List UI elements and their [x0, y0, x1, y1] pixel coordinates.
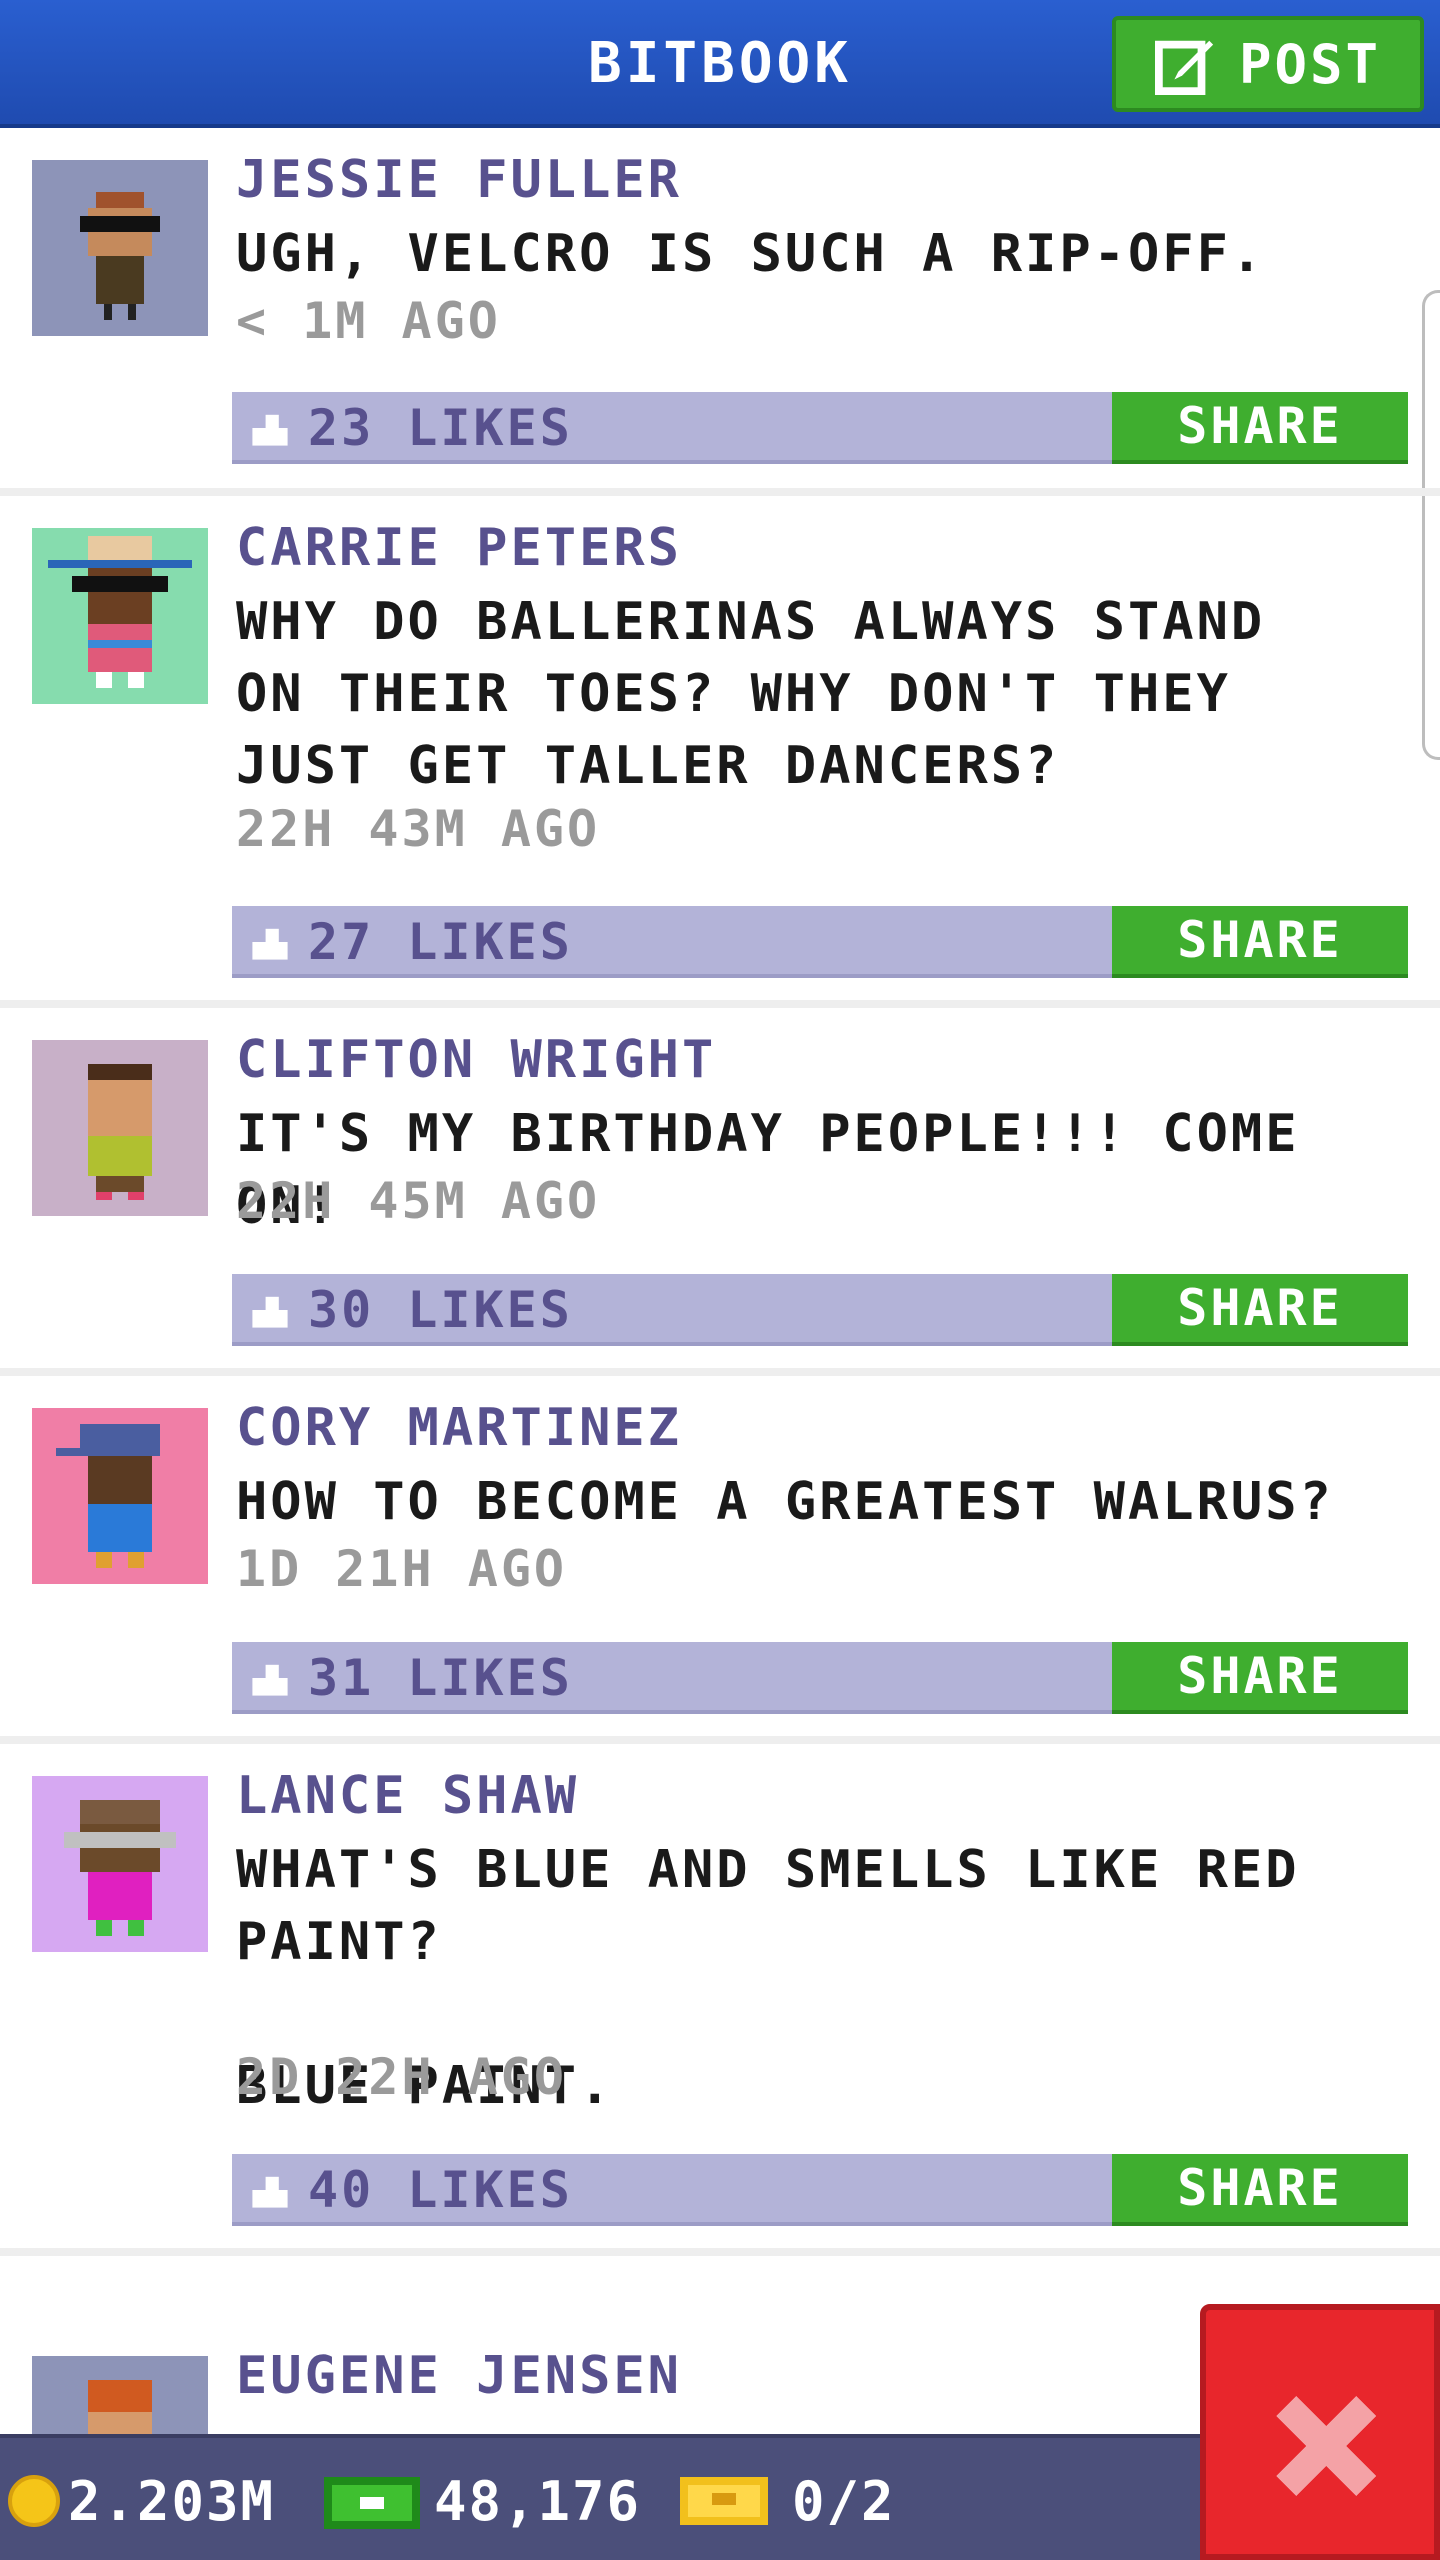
close-icon	[1276, 2396, 1376, 2496]
share-button[interactable]: SHARE	[1112, 392, 1408, 464]
app-header: BITBOOK POST	[0, 0, 1440, 128]
likes-count: 31 LIKES	[308, 1649, 573, 1707]
author-name[interactable]: LANCE SHAW	[236, 1766, 579, 1826]
author-name[interactable]: CORY MARTINEZ	[236, 1398, 682, 1458]
share-button[interactable]: SHARE	[1112, 1274, 1408, 1346]
ticket-icon	[680, 2477, 768, 2525]
scrollbar[interactable]	[1422, 290, 1440, 760]
avatar[interactable]	[32, 1040, 208, 1216]
divider	[0, 2248, 1440, 2256]
likes-count: 23 LIKES	[308, 399, 573, 457]
likes-count: 27 LIKES	[308, 913, 573, 971]
author-name[interactable]: JESSIE FULLER	[236, 150, 682, 210]
likes-bar: 27 LIKES SHARE	[232, 906, 1408, 978]
close-button[interactable]	[1200, 2304, 1440, 2560]
post-time: 2D 22H AGO	[236, 2048, 568, 2106]
thumbs-up-icon	[252, 414, 288, 446]
author-name[interactable]: CLIFTON WRIGHT	[236, 1030, 716, 1090]
divider	[0, 1368, 1440, 1376]
bux-icon	[324, 2477, 420, 2529]
avatar[interactable]	[32, 1408, 208, 1584]
author-name[interactable]: EUGENE JENSEN	[236, 2346, 682, 2406]
edit-icon	[1154, 40, 1214, 95]
coins-stat: 2.203M	[8, 2438, 275, 2560]
post-time: < 1M AGO	[236, 292, 501, 350]
divider	[0, 488, 1440, 496]
likes-count: 30 LIKES	[308, 1281, 573, 1339]
likes-bar: 31 LIKES SHARE	[232, 1642, 1408, 1714]
coin-icon	[8, 2475, 60, 2527]
post-message: WHY DO BALLERINAS ALWAYS STAND ON THEIR …	[236, 592, 1266, 796]
post-time: 1D 21H AGO	[236, 1540, 568, 1598]
thumbs-up-icon	[252, 1296, 288, 1328]
avatar[interactable]	[32, 528, 208, 704]
likes-bar: 30 LIKES SHARE	[232, 1274, 1408, 1346]
avatar[interactable]	[32, 160, 208, 336]
thumbs-up-icon	[252, 1664, 288, 1696]
post-time: 22H 43M AGO	[236, 800, 601, 858]
avatar[interactable]	[32, 1776, 208, 1952]
share-button[interactable]: SHARE	[1112, 2154, 1408, 2226]
post-message: HOW TO BECOME A GREATEST WALRUS?	[236, 1472, 1334, 1532]
likes-count: 40 LIKES	[308, 2161, 573, 2219]
coins-value: 2.203M	[68, 2469, 276, 2533]
author-name[interactable]: CARRIE PETERS	[236, 518, 682, 578]
bux-value: 48,176	[434, 2469, 642, 2533]
thumbs-up-icon	[252, 2176, 288, 2208]
likes-bar: 23 LIKES SHARE	[232, 392, 1408, 464]
post-time: 22H 45M AGO	[236, 1172, 601, 1230]
likes-bar: 40 LIKES SHARE	[232, 2154, 1408, 2226]
bux-stat: 48,176	[324, 2438, 641, 2560]
post-button-label: POST	[1238, 32, 1382, 96]
tickets-value: 0/2	[792, 2469, 896, 2533]
post-button[interactable]: POST	[1112, 16, 1424, 112]
divider	[0, 1000, 1440, 1008]
share-button[interactable]: SHARE	[1112, 1642, 1408, 1714]
post-message: UGH, VELCRO IS SUCH A RIP-OFF.	[236, 224, 1266, 284]
share-button[interactable]: SHARE	[1112, 906, 1408, 978]
divider	[0, 1736, 1440, 1744]
tickets-stat: 0/2	[680, 2438, 896, 2560]
thumbs-up-icon	[252, 928, 288, 960]
